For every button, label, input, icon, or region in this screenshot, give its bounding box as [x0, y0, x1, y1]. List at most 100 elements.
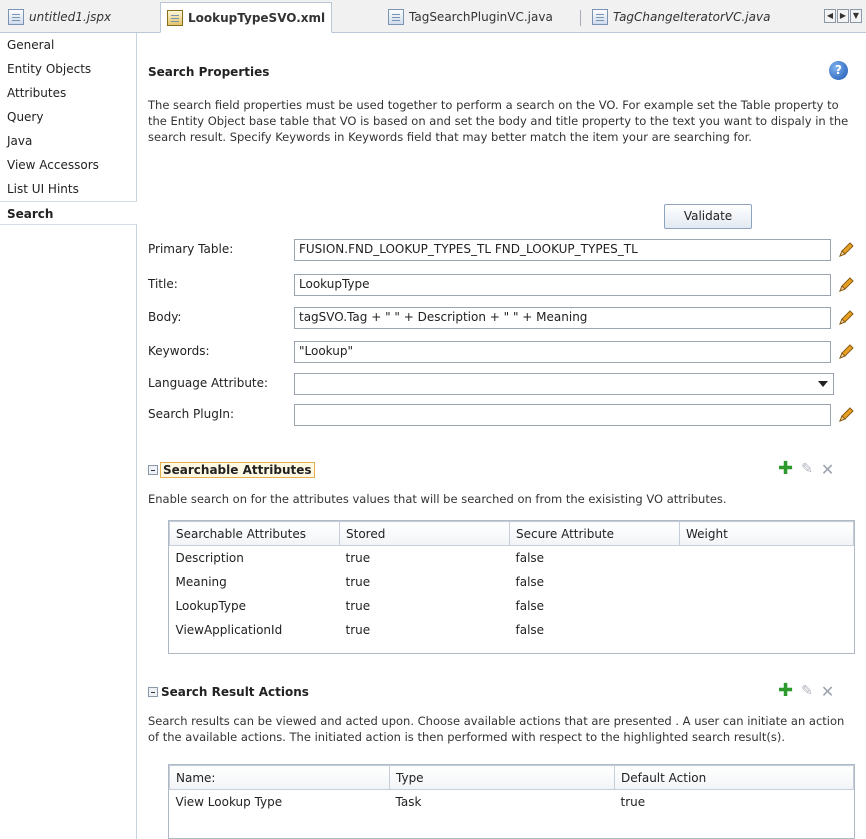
table-cell: false [515, 622, 545, 637]
pencil-icon[interactable] [836, 405, 856, 425]
primary-table-field[interactable]: FUSION.FND_LOOKUP_TYPES_TL FND_LOOKUP_TY… [294, 239, 831, 261]
tab-tagsearchpluginvc-java[interactable]: TagSearchPluginVC.java [382, 2, 559, 32]
column-header[interactable]: Stored [339, 521, 510, 546]
title-row: Title: LookupType [148, 274, 856, 296]
search-plugin-row: Search PlugIn: [148, 404, 856, 426]
search-result-actions-table: Name: Type Default Action View Lookup Ty… [168, 764, 855, 839]
add-icon[interactable]: ✚ [778, 682, 793, 700]
pencil-icon[interactable] [836, 342, 856, 362]
sidebar-item-view-accessors[interactable]: View Accessors [0, 153, 136, 177]
keywords-label: Keywords: [148, 344, 210, 358]
tab-tagchangeiteratorvc-java[interactable]: TagChangeIteratorVC.java [586, 2, 776, 32]
searchable-attributes-actions: ✚ ✎ ✕ [778, 459, 835, 479]
sidebar-item-attributes[interactable]: Attributes [0, 81, 136, 105]
table-cell: true [345, 550, 371, 565]
pencil-icon[interactable] [836, 240, 856, 260]
tab-label: LookupTypeSVO.xml [188, 10, 326, 25]
delete-icon: ✕ [820, 459, 835, 479]
table-cell: true [345, 622, 371, 637]
sidebar-item-java[interactable]: Java [0, 129, 136, 153]
searchable-attributes-table: Searchable Attributes Stored Secure Attr… [168, 520, 855, 654]
tab-label: untitled1.jspx [29, 10, 112, 24]
table-cell: Description [175, 550, 244, 565]
table-row[interactable]: LookupType true false [170, 594, 854, 618]
search-result-actions-header[interactable]: Search Result Actions [148, 683, 309, 701]
keywords-row: Keywords: "Lookup" [148, 341, 856, 363]
table-cell: LookupType [175, 598, 247, 613]
table-cell [680, 570, 854, 594]
table-cell [680, 618, 854, 642]
search-plugin-label: Search PlugIn: [148, 407, 235, 421]
search-result-actions-title: Search Result Actions [161, 685, 309, 699]
table-cell: false [515, 550, 545, 565]
table-row[interactable]: Description true false [170, 546, 854, 570]
table-cell: ViewApplicationId [175, 622, 283, 637]
table-cell: true [620, 794, 646, 809]
java-file-icon [388, 9, 404, 25]
sidebar-item-list-ui-hints[interactable]: List UI Hints [0, 177, 136, 201]
body-field[interactable]: tagSVO.Tag + " " + Description + " " + M… [294, 307, 831, 329]
searchable-attributes-description: Enable search on for the attributes valu… [148, 492, 727, 506]
tab-label: TagChangeIteratorVC.java [613, 10, 771, 24]
validate-button[interactable]: Validate [664, 204, 752, 229]
sidebar-item-query[interactable]: Query [0, 105, 136, 129]
table-cell: false [515, 598, 545, 613]
collapse-icon[interactable] [148, 687, 158, 697]
title-label: Title: [148, 277, 178, 291]
search-properties-panel: Search Properties ? The search field pro… [138, 33, 866, 839]
search-result-actions-grid: Name: Type Default Action View Lookup Ty… [169, 765, 854, 814]
language-attribute-row: Language Attribute: [148, 373, 853, 395]
table-cell: View Lookup Type [175, 794, 283, 809]
column-header[interactable]: Searchable Attributes [169, 521, 340, 546]
add-icon[interactable]: ✚ [778, 460, 793, 478]
table-header-row: Name: Type Default Action [169, 765, 854, 790]
primary-table-row: Primary Table: FUSION.FND_LOOKUP_TYPES_T… [148, 239, 856, 261]
edit-icon: ✎ [801, 461, 813, 477]
language-attribute-label: Language Attribute: [148, 376, 269, 390]
search-plugin-field[interactable] [294, 404, 831, 426]
searchable-attributes-grid: Searchable Attributes Stored Secure Attr… [169, 521, 854, 642]
column-header[interactable]: Weight [679, 521, 854, 546]
edit-icon: ✎ [801, 683, 813, 699]
java-file-icon [592, 9, 608, 25]
table-row[interactable]: ViewApplicationId true false [170, 618, 854, 642]
tab-untitled1-jspx[interactable]: untitled1.jspx [2, 2, 117, 32]
search-result-actions-description: Search results can be viewed and acted u… [148, 714, 845, 744]
chevron-down-icon[interactable] [818, 381, 828, 387]
sidebar-item-entity-objects[interactable]: Entity Objects [0, 57, 136, 81]
xml-file-icon [167, 9, 183, 26]
sidebar-item-search[interactable]: Search [0, 201, 137, 225]
scroll-left-icon[interactable]: ◀ [824, 9, 836, 23]
scroll-right-icon[interactable]: ▶ [837, 9, 849, 23]
table-row[interactable]: View Lookup Type Task true [170, 790, 854, 814]
sidebar-item-general[interactable]: General [0, 33, 136, 57]
collapse-icon[interactable] [148, 465, 158, 475]
jspx-file-icon [8, 9, 24, 25]
table-header-row: Searchable Attributes Stored Secure Attr… [169, 521, 854, 546]
primary-table-label: Primary Table: [148, 242, 234, 256]
column-header[interactable]: Name: [169, 765, 390, 790]
table-cell: Meaning [175, 574, 227, 589]
body-label: Body: [148, 310, 182, 324]
table-cell: Task [395, 794, 422, 809]
column-header[interactable]: Secure Attribute [509, 521, 680, 546]
title-field[interactable]: LookupType [294, 274, 831, 296]
tab-list-icon[interactable]: ▼ [850, 9, 862, 23]
tab-separator [580, 10, 581, 26]
page-title: Search Properties [148, 65, 270, 79]
table-cell: true [345, 574, 371, 589]
searchable-attributes-header[interactable]: Searchable Attributes [148, 461, 315, 479]
keywords-field[interactable]: "Lookup" [294, 341, 831, 363]
table-row[interactable]: Meaning true false [170, 570, 854, 594]
tab-lookuptypesvo-xml[interactable]: LookupTypeSVO.xml [160, 2, 333, 33]
column-header[interactable]: Default Action [614, 765, 854, 790]
tab-label: TagSearchPluginVC.java [409, 10, 553, 24]
body-row: Body: tagSVO.Tag + " " + Description + "… [148, 307, 856, 329]
help-icon[interactable]: ? [829, 61, 848, 80]
table-cell [680, 546, 854, 570]
sidebar: General Entity Objects Attributes Query … [0, 33, 137, 839]
pencil-icon[interactable] [836, 308, 856, 328]
column-header[interactable]: Type [389, 765, 615, 790]
language-attribute-select[interactable] [294, 373, 834, 395]
pencil-icon[interactable] [836, 275, 856, 295]
